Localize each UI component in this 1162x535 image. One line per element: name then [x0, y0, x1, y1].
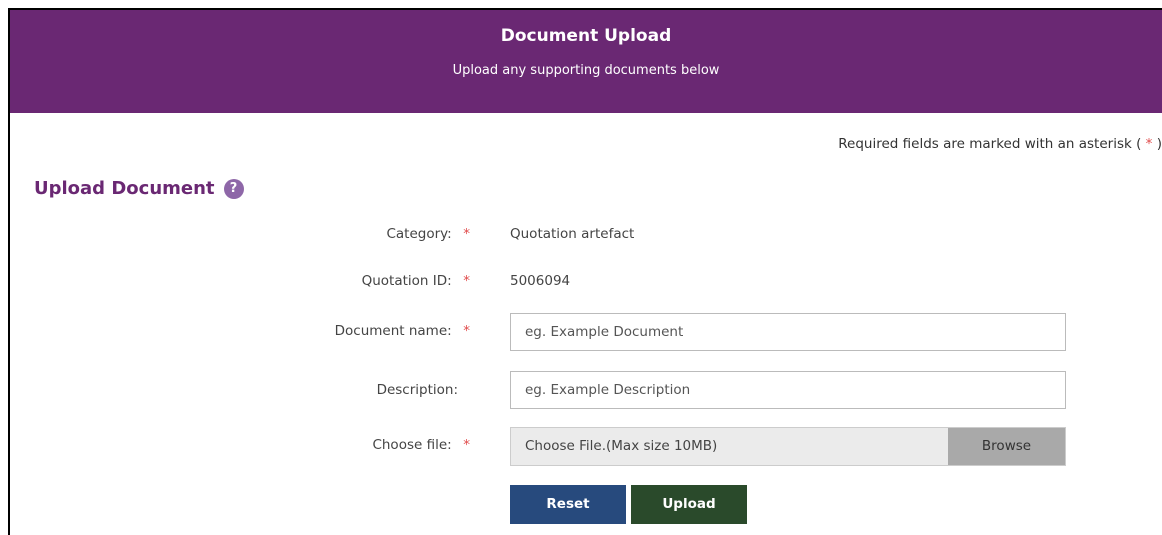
page-title: Document Upload — [500, 26, 672, 46]
required-asterisk: * — [1145, 136, 1153, 152]
section-heading: Upload Document ? — [34, 178, 244, 199]
document-name-label: Document name: — [334, 323, 452, 339]
category-required-star: * — [463, 226, 470, 242]
quotation-id-label-row: Quotation ID: * — [362, 273, 470, 289]
document-name-label-row: Document name: * — [335, 323, 470, 339]
category-label: Category: — [386, 226, 452, 242]
quotation-id-required-star: * — [463, 273, 470, 289]
quotation-id-label: Quotation ID: — [361, 273, 452, 289]
required-note-close: ) — [1156, 136, 1162, 152]
document-name-required-star: * — [463, 323, 470, 339]
page-subtitle: Upload any supporting documents below — [452, 63, 720, 78]
category-label-row: Category: * — [386, 226, 470, 242]
description-input[interactable] — [510, 371, 1066, 409]
quotation-id-value: 5006094 — [510, 273, 571, 289]
required-fields-note: Required fields are marked with an aster… — [838, 136, 1162, 152]
section-title: Upload Document — [34, 178, 215, 199]
required-note-text: Required fields are marked with an aster… — [838, 136, 1142, 152]
description-label-row: Description: — [377, 382, 458, 398]
upload-button[interactable]: Upload — [631, 485, 747, 524]
page-frame: Document Upload Upload any supporting do… — [8, 8, 1162, 535]
browse-button[interactable]: Browse — [948, 428, 1065, 465]
choose-file-required-star: * — [463, 437, 470, 453]
choose-file-label-row: Choose file: * — [372, 437, 470, 453]
reset-button[interactable]: Reset — [510, 485, 626, 524]
category-value: Quotation artefact — [510, 226, 635, 242]
file-chooser-text[interactable]: Choose File.(Max size 10MB) — [511, 428, 948, 465]
document-name-input[interactable] — [510, 313, 1066, 351]
choose-file-label: Choose file: — [372, 437, 452, 453]
header-banner: Document Upload Upload any supporting do… — [10, 10, 1162, 113]
help-icon[interactable]: ? — [223, 178, 244, 199]
file-chooser[interactable]: Choose File.(Max size 10MB) Browse — [510, 427, 1066, 466]
description-label: Description: — [376, 382, 458, 398]
